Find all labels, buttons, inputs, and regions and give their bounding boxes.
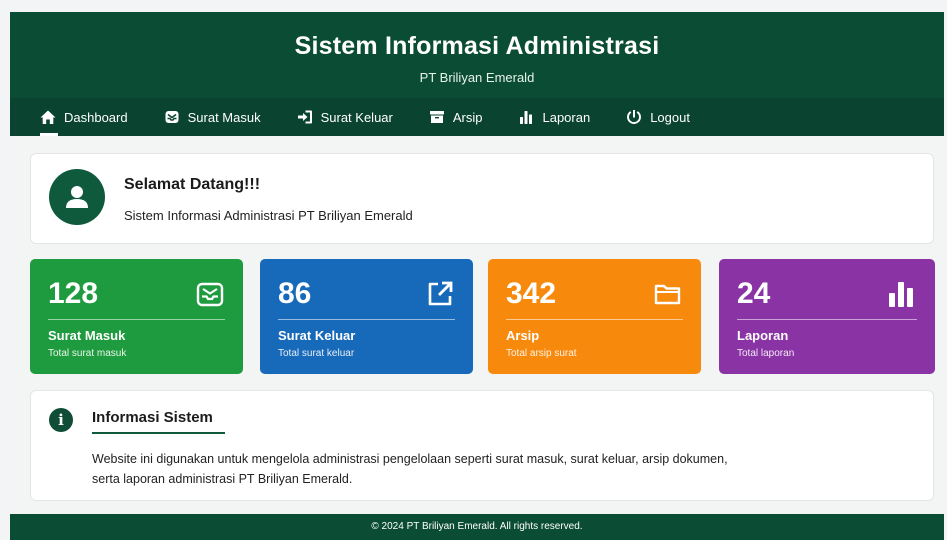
nav-label-surat-keluar: Surat Keluar	[320, 109, 393, 125]
nav-item-laporan[interactable]: Laporan	[518, 98, 590, 136]
info-title: Informasi Sistem	[92, 409, 213, 426]
external-link-icon	[425, 279, 455, 309]
nav-label-logout: Logout	[650, 109, 690, 125]
sign-out-icon	[297, 110, 312, 124]
card-description: Total arsip surat	[506, 348, 577, 359]
card-label: Laporan	[737, 328, 789, 343]
nav-item-logout[interactable]: Logout	[626, 98, 690, 136]
card-value: 24	[737, 277, 771, 310]
footer: © 2024 PT Briliyan Emerald. All rights r…	[10, 514, 944, 540]
card-arsip[interactable]: 342 Arsip Total arsip surat	[488, 259, 701, 374]
avatar	[49, 169, 105, 225]
nav-label-arsip: Arsip	[452, 109, 483, 125]
info-title-underline	[92, 432, 225, 434]
inbox-icon	[165, 111, 179, 123]
bar-chart-icon	[520, 111, 533, 124]
power-icon	[627, 110, 642, 124]
info-panel: i Informasi Sistem Website ini digunakan…	[30, 390, 934, 501]
card-description: Total laporan	[737, 348, 795, 359]
card-surat-keluar[interactable]: 86 Surat Keluar Total surat keluar	[260, 259, 473, 374]
card-divider	[48, 319, 225, 320]
info-icon: i	[49, 408, 73, 432]
company-name: PT Briliyan Emerald	[419, 70, 535, 85]
card-label: Surat Masuk	[48, 328, 126, 343]
page-title: Sistem Informasi Administrasi	[294, 32, 660, 60]
info-body: Website ini digunakan untuk mengelola ad…	[92, 452, 728, 486]
card-divider	[506, 319, 683, 320]
card-divider	[737, 319, 917, 320]
card-value: 86	[278, 277, 312, 310]
footer-text: © 2024 PT Briliyan Emerald. All rights r…	[371, 521, 583, 532]
welcome-panel: Selamat Datang!!! Sistem Informasi Admin…	[30, 153, 934, 244]
folder-icon	[653, 279, 683, 309]
card-laporan[interactable]: 24 Laporan Total laporan	[719, 259, 935, 374]
nav-item-surat-masuk[interactable]: Surat Masuk	[164, 98, 261, 136]
card-label: Surat Keluar	[278, 328, 356, 343]
card-description: Total surat masuk	[48, 348, 127, 359]
card-description: Total surat keluar	[278, 348, 355, 359]
card-divider	[278, 319, 455, 320]
welcome-title: Selamat Datang!!!	[124, 176, 261, 193]
nav-label-dashboard: Dashboard	[64, 109, 128, 125]
nav-label-laporan: Laporan	[542, 109, 591, 125]
user-icon	[66, 186, 88, 208]
inbox-icon	[195, 279, 225, 309]
card-value: 128	[48, 277, 99, 310]
archive-icon	[429, 111, 444, 123]
nav-item-surat-keluar[interactable]: Surat Keluar	[297, 98, 393, 136]
stats-cards: 128 Surat Masuk Total surat masuk 86 Sur…	[30, 259, 936, 374]
header: Sistem Informasi Administrasi PT Briliya…	[10, 12, 944, 98]
main-nav: Dashboard Surat Masuk Surat Keluar Arsip…	[10, 98, 944, 136]
welcome-subtitle: Sistem Informasi Administrasi PT Briliya…	[124, 208, 413, 223]
home-icon	[40, 110, 56, 124]
card-value: 342	[506, 277, 557, 310]
nav-item-arsip[interactable]: Arsip	[429, 98, 483, 136]
card-surat-masuk[interactable]: 128 Surat Masuk Total surat masuk	[30, 259, 243, 374]
app-frame: Sistem Informasi Administrasi PT Briliya…	[10, 12, 944, 540]
card-label: Arsip	[506, 328, 540, 343]
nav-label-surat-masuk: Surat Masuk	[187, 109, 261, 125]
bar-chart-icon	[887, 279, 917, 309]
nav-item-dashboard[interactable]: Dashboard	[40, 98, 128, 136]
